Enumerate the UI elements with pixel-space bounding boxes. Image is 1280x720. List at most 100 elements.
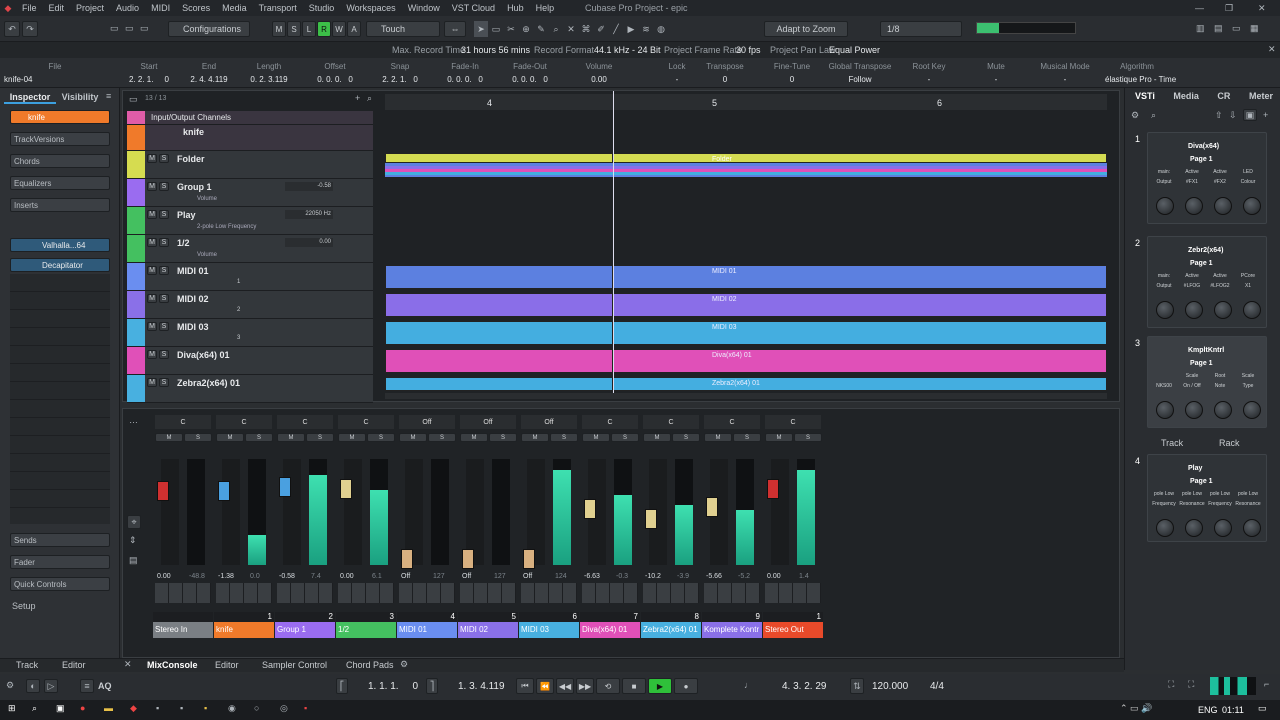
undo-icon[interactable]: ↶: [4, 21, 20, 37]
fader-value[interactable]: Off: [462, 573, 471, 580]
menu-vst-cloud[interactable]: VST Cloud: [446, 3, 501, 13]
menu-hub[interactable]: Hub: [501, 3, 530, 13]
mixer-tool-2-icon[interactable]: ⇕: [129, 535, 137, 546]
rw-buttons[interactable]: [155, 583, 211, 603]
quick-control-knob[interactable]: [1242, 301, 1261, 319]
channel-mute-button[interactable]: M: [704, 433, 732, 442]
rack-footer-label[interactable]: Rack: [1219, 438, 1240, 448]
stop-icon[interactable]: ■: [622, 678, 646, 694]
chrome-icon[interactable]: ●: [80, 703, 85, 713]
pan-knob[interactable]: C: [765, 415, 821, 429]
left-tab-editor[interactable]: Editor: [62, 660, 86, 670]
quantize-dropdown[interactable]: 1/8: [880, 21, 962, 37]
mode-m-button[interactable]: M: [272, 21, 286, 37]
app-icon-4[interactable]: ▪: [204, 703, 207, 713]
app-icon-2[interactable]: ▪: [156, 703, 159, 713]
menu-studio[interactable]: Studio: [303, 3, 341, 13]
layout-3-icon[interactable]: ▭: [1232, 23, 1241, 34]
right-locator[interactable]: 1. 3. 4.119: [458, 681, 505, 692]
layout-1-icon[interactable]: ▥: [1196, 23, 1205, 34]
channel-solo-button[interactable]: S: [794, 433, 822, 442]
inspector-section-sends[interactable]: Sends: [10, 533, 110, 547]
event-part-a[interactable]: [385, 321, 613, 345]
channel-name[interactable]: Group 1: [275, 622, 335, 638]
quick-control-knob[interactable]: [1213, 197, 1232, 215]
app-icon-6[interactable]: ○: [254, 703, 259, 713]
snap-type-dropdown[interactable]: Adapt to Zoom: [764, 21, 848, 37]
go-to-start-icon[interactable]: ⏮: [516, 678, 534, 694]
rewind-icon[interactable]: ◀◀: [556, 678, 574, 694]
channel-mute-button[interactable]: M: [399, 433, 427, 442]
range-tool-icon[interactable]: ▭: [489, 21, 503, 37]
quick-control-knob[interactable]: [1184, 519, 1203, 537]
channel-solo-button[interactable]: S: [367, 433, 395, 442]
mode-r-button[interactable]: R: [317, 21, 331, 37]
add-instrument-icon[interactable]: +: [1263, 110, 1268, 120]
fader-value[interactable]: -10.2: [645, 573, 661, 580]
notifications-icon[interactable]: ▭: [1258, 703, 1267, 714]
quick-control-knob[interactable]: [1155, 519, 1174, 537]
pan-knob[interactable]: Off: [521, 415, 577, 429]
vsti-name[interactable]: Zebr2(x64): [1188, 247, 1223, 254]
menu-help[interactable]: Help: [530, 3, 561, 13]
record-icon[interactable]: ●: [674, 678, 698, 694]
app-icon-5[interactable]: ◉: [228, 703, 236, 714]
quick-control-knob[interactable]: [1213, 401, 1232, 419]
inspector-section-fader[interactable]: Fader: [10, 555, 110, 569]
rack-settings-icon[interactable]: ⚙: [1131, 110, 1139, 121]
fader-cap[interactable]: [523, 549, 535, 569]
mode-l-button[interactable]: L: [302, 21, 316, 37]
fader-cap[interactable]: [401, 549, 413, 569]
fader-cap[interactable]: [462, 549, 474, 569]
inspector-section-chords[interactable]: Chords: [10, 154, 110, 168]
channel-solo-button[interactable]: S: [733, 433, 761, 442]
channel-name[interactable]: Stereo Out: [763, 622, 823, 638]
tab-sampler-control[interactable]: Sampler Control: [262, 660, 327, 670]
fader-value[interactable]: -0.58: [279, 573, 295, 580]
zoom-tool-icon[interactable]: ⌕: [549, 21, 563, 37]
vsti-name[interactable]: KmpltKntrl: [1188, 347, 1224, 354]
channel-mute-button[interactable]: M: [643, 433, 671, 442]
event-part-b[interactable]: MIDI 02: [613, 293, 1107, 317]
pan-knob[interactable]: C: [643, 415, 699, 429]
right-tab-vsti[interactable]: VSTi: [1129, 90, 1161, 102]
channel-solo-button[interactable]: S: [672, 433, 700, 442]
fader-cap[interactable]: [706, 497, 718, 517]
rw-buttons[interactable]: [704, 583, 760, 603]
event-part-b[interactable]: Folder: [613, 153, 1107, 163]
insert-slot-2[interactable]: Decapitator: [10, 258, 110, 272]
close-icon[interactable]: ✕: [1258, 3, 1266, 14]
tempo-track-icon[interactable]: ⇅: [850, 678, 864, 694]
right-tab-media[interactable]: Media: [1167, 90, 1205, 102]
play-icon[interactable]: ▶: [648, 678, 672, 694]
tempo-value[interactable]: 120.000: [872, 681, 908, 692]
channel-name[interactable]: MIDI 01: [397, 622, 457, 638]
event-part-b[interactable]: Zebra2(x64) 01: [613, 377, 1107, 391]
fader-value[interactable]: -5.66: [706, 573, 722, 580]
forward-icon[interactable]: ▶▶: [576, 678, 594, 694]
close-lower-zone-icon[interactable]: ✕: [124, 659, 132, 670]
mode-a-button[interactable]: A: [347, 21, 361, 37]
channel-name[interactable]: knife: [214, 622, 274, 638]
mixer-tool-1-icon[interactable]: ⌖: [127, 515, 141, 529]
menu-file[interactable]: File: [16, 3, 43, 13]
inspector-track-name[interactable]: knife: [10, 110, 110, 124]
fader-value[interactable]: 0.00: [157, 573, 171, 580]
quick-control-knob[interactable]: [1213, 301, 1232, 319]
channel-mute-button[interactable]: M: [521, 433, 549, 442]
channel-name[interactable]: Zebra2(x64) 01: [641, 622, 701, 638]
punch-in-icon[interactable]: ◐: [26, 679, 40, 693]
fader-cap[interactable]: [279, 477, 291, 497]
task-view-icon[interactable]: ▣: [56, 703, 65, 714]
channel-solo-button[interactable]: S: [550, 433, 578, 442]
fader-cap[interactable]: [340, 479, 352, 499]
maximize-icon[interactable]: ❐: [1225, 3, 1233, 14]
tab-mixconsole[interactable]: MixConsole: [147, 660, 198, 670]
channel-name[interactable]: 1/2: [336, 622, 396, 638]
event-part-a[interactable]: [385, 377, 613, 391]
channel-solo-button[interactable]: S: [611, 433, 639, 442]
fader-value[interactable]: Off: [523, 573, 532, 580]
channel-mute-button[interactable]: M: [765, 433, 793, 442]
play-tool-icon[interactable]: ▶: [624, 21, 638, 37]
right-zone-icon[interactable]: ▭: [140, 23, 149, 34]
